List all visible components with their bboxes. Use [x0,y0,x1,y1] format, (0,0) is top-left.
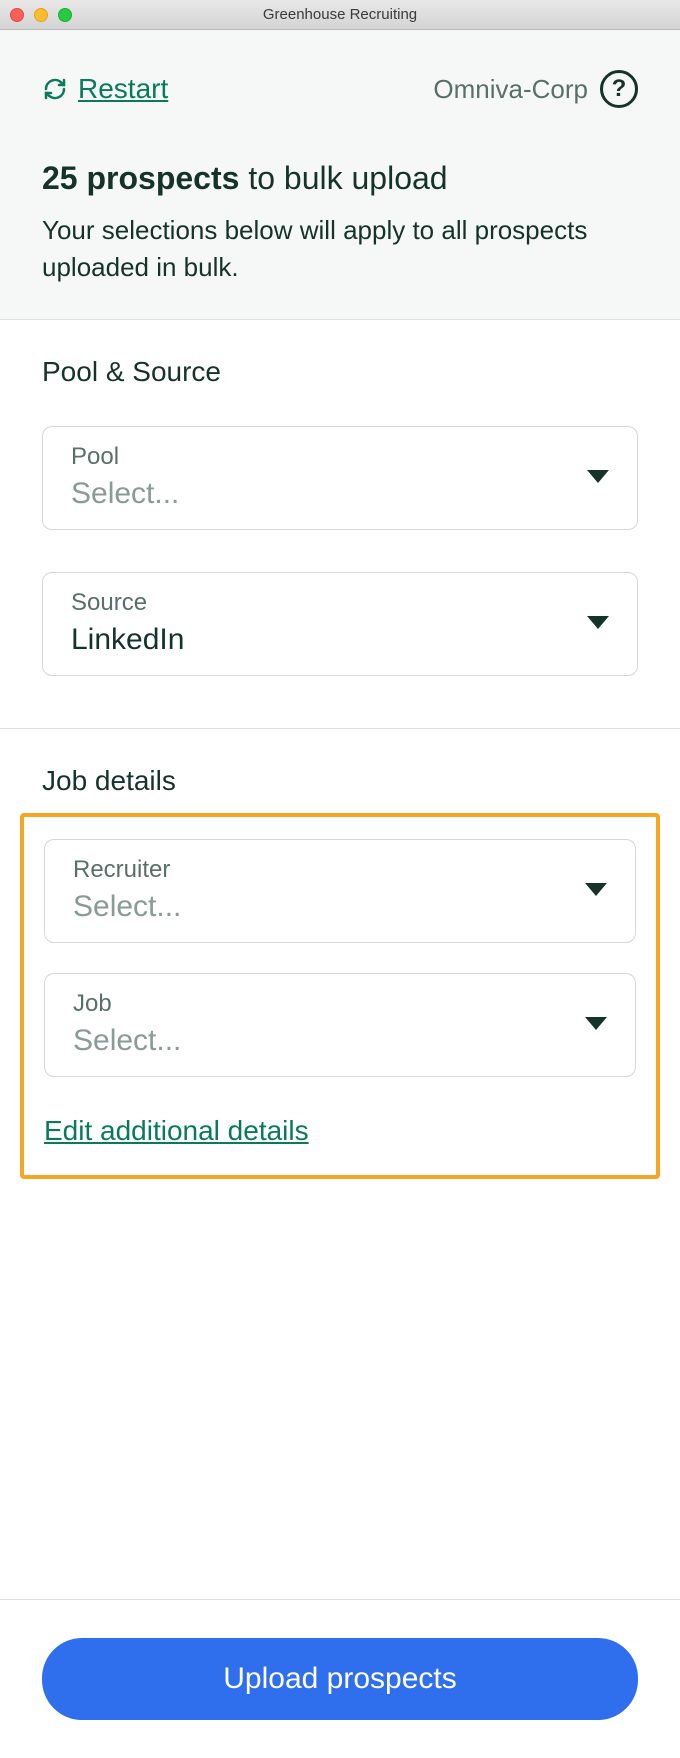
restart-link[interactable]: Restart [42,73,168,105]
chevron-down-icon [585,883,607,896]
traffic-lights [10,8,72,22]
source-select[interactable]: Source LinkedIn [42,572,638,676]
recruiter-select[interactable]: Recruiter Select... [44,839,636,943]
job-details-title: Job details [0,729,680,813]
pool-select[interactable]: Pool Select... [42,426,638,530]
window-title: Greenhouse Recruiting [263,6,417,23]
source-label: Source [71,589,184,617]
headline-rest: to bulk upload [239,160,447,196]
page-subhead: Your selections below will apply to all … [42,212,638,287]
job-details-highlight: Recruiter Select... Job Select... Edit a… [20,813,660,1179]
org-name: Omniva-Corp [433,74,588,105]
source-value: LinkedIn [71,623,184,657]
recruiter-label: Recruiter [73,856,181,884]
chevron-down-icon [587,616,609,629]
recruiter-value: Select... [73,890,181,924]
window-titlebar: Greenhouse Recruiting [0,0,680,30]
chevron-down-icon [585,1017,607,1030]
footer-bar: Upload prospects [0,1599,680,1758]
pool-label: Pool [71,443,179,471]
pool-source-title: Pool & Source [42,356,638,388]
help-icon[interactable]: ? [600,70,638,108]
chevron-down-icon [587,470,609,483]
headline-count: 25 prospects [42,160,239,196]
minimize-window-button[interactable] [34,8,48,22]
top-bar: Restart Omniva-Corp ? [42,70,638,108]
close-window-button[interactable] [10,8,24,22]
job-value: Select... [73,1024,181,1058]
edit-additional-details-link[interactable]: Edit additional details [44,1115,309,1147]
header-section: Restart Omniva-Corp ? 25 prospects to bu… [0,30,680,320]
job-label: Job [73,990,181,1018]
pool-value: Select... [71,477,179,511]
maximize-window-button[interactable] [58,8,72,22]
org-block: Omniva-Corp ? [433,70,638,108]
restart-icon [42,76,68,102]
pool-source-section: Pool & Source Pool Select... Source Link… [0,320,680,728]
page-headline: 25 prospects to bulk upload [42,158,638,200]
upload-prospects-button[interactable]: Upload prospects [42,1638,638,1720]
restart-label: Restart [78,73,168,105]
job-select[interactable]: Job Select... [44,973,636,1077]
